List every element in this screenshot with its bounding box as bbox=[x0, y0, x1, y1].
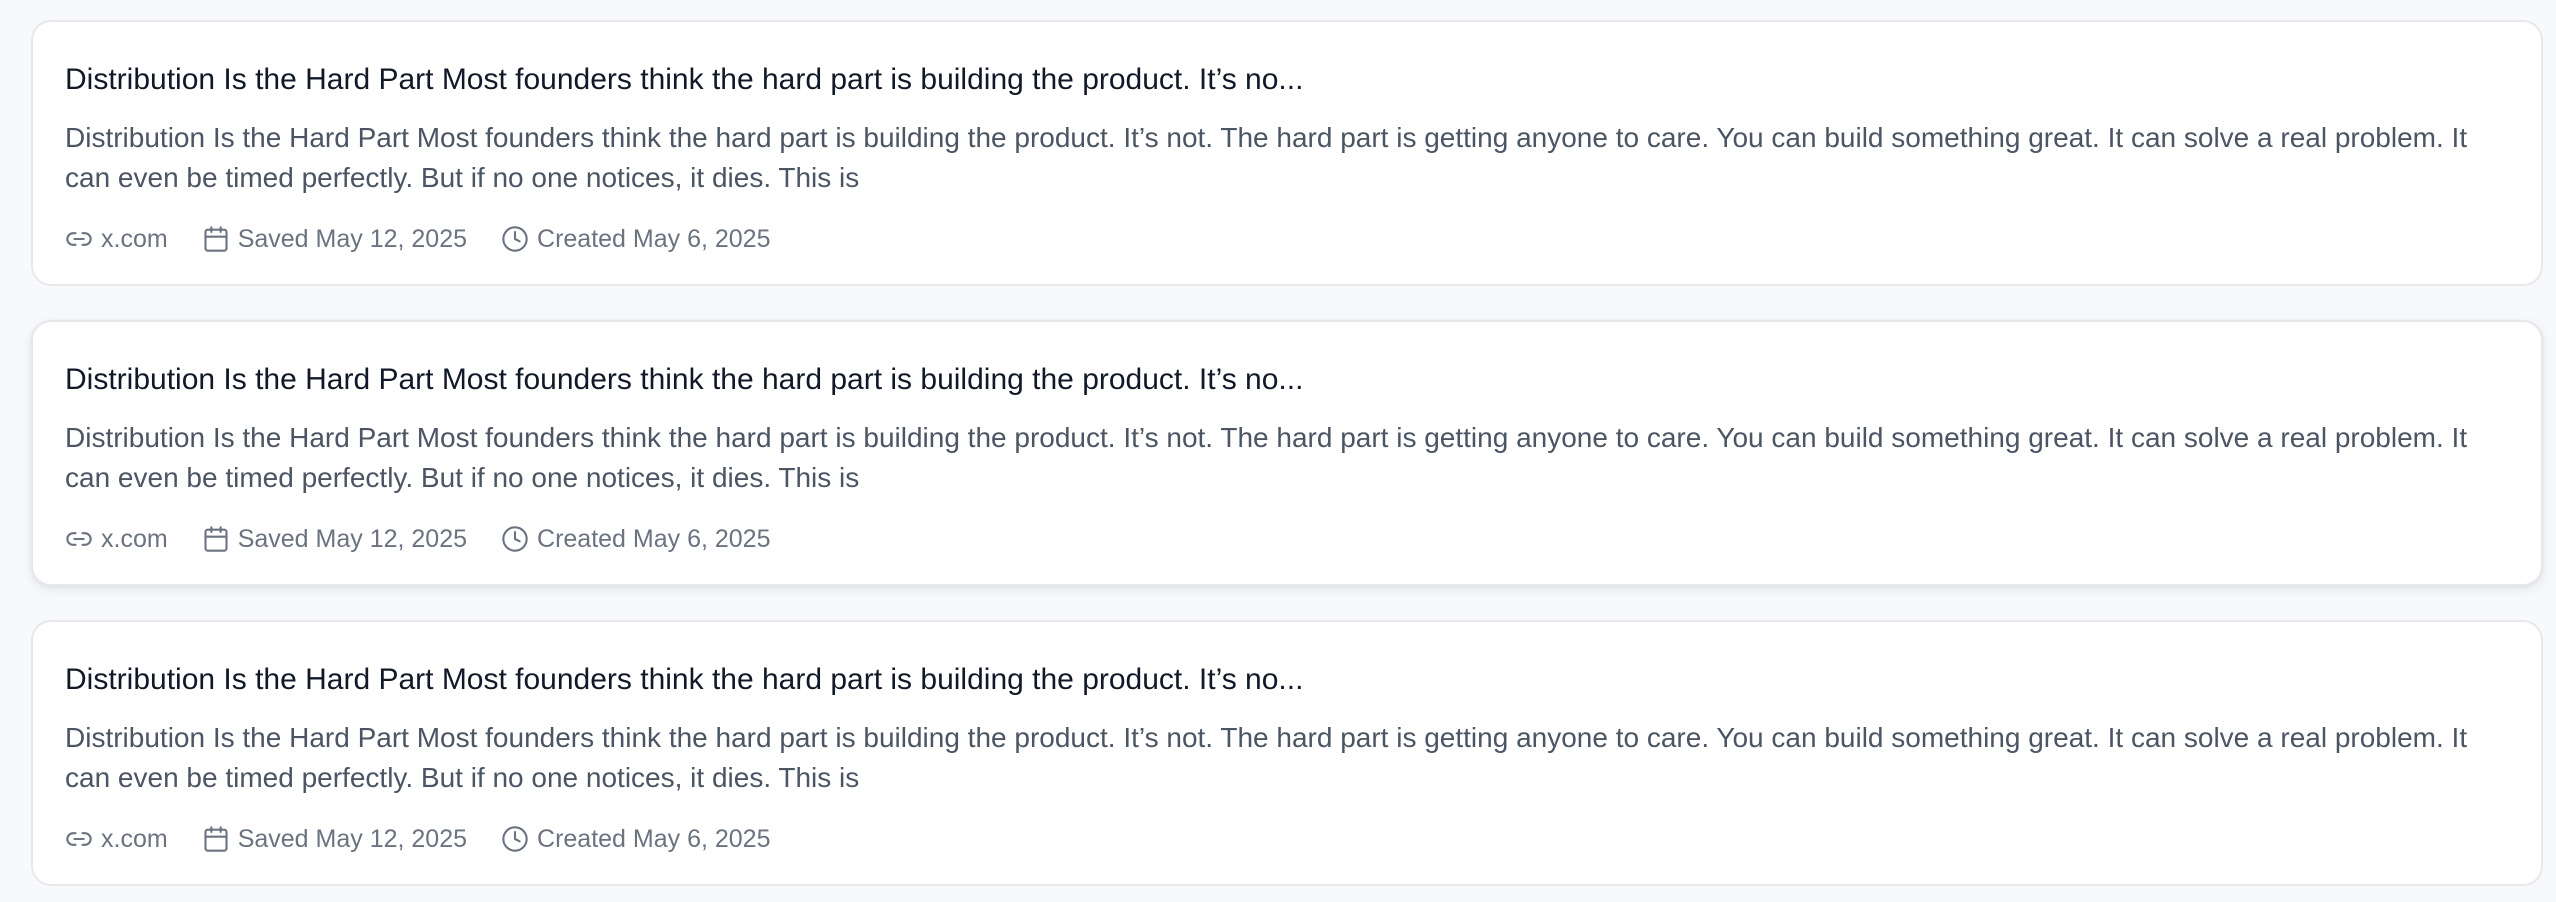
created-date: Created May 6, 2025 bbox=[537, 225, 771, 253]
bookmark-card[interactable]: Distribution Is the Hard Part Most found… bbox=[31, 620, 2543, 886]
card-meta: x.com Saved May 12, 2025 Created May 6, … bbox=[65, 522, 805, 556]
calendar-icon bbox=[204, 226, 228, 252]
card-meta: x.com Saved May 12, 2025 Created May 6, … bbox=[65, 822, 805, 856]
created-date: Created May 6, 2025 bbox=[537, 825, 771, 853]
created-date: Created May 6, 2025 bbox=[537, 525, 771, 553]
created-meta: Created May 6, 2025 bbox=[501, 222, 771, 256]
saved-date: Saved May 12, 2025 bbox=[237, 825, 468, 853]
link-icon bbox=[66, 232, 92, 246]
calendar-icon bbox=[204, 826, 228, 852]
clock-icon bbox=[502, 526, 528, 552]
clock-icon bbox=[502, 826, 528, 852]
bookmark-card[interactable]: Distribution Is the Hard Part Most found… bbox=[31, 320, 2543, 586]
card-excerpt: Distribution Is the Hard Part Most found… bbox=[65, 122, 2468, 193]
created-meta: Created May 6, 2025 bbox=[501, 822, 771, 856]
calendar-icon bbox=[204, 526, 228, 552]
clock-icon bbox=[502, 226, 528, 252]
source-meta: x.com bbox=[65, 822, 168, 856]
card-title[interactable]: Distribution Is the Hard Part Most found… bbox=[65, 660, 1303, 700]
source-meta: x.com bbox=[65, 222, 168, 256]
source-meta: x.com bbox=[65, 522, 168, 556]
saved-date: Saved May 12, 2025 bbox=[237, 525, 468, 553]
card-excerpt: Distribution Is the Hard Part Most found… bbox=[65, 422, 2468, 493]
saved-meta: Saved May 12, 2025 bbox=[202, 822, 467, 856]
bookmark-list: Distribution Is the Hard Part Most found… bbox=[0, 0, 2556, 902]
card-title[interactable]: Distribution Is the Hard Part Most found… bbox=[65, 360, 1303, 400]
card-excerpt: Distribution Is the Hard Part Most found… bbox=[65, 722, 2468, 793]
link-icon bbox=[66, 532, 92, 546]
created-meta: Created May 6, 2025 bbox=[501, 522, 771, 556]
saved-meta: Saved May 12, 2025 bbox=[202, 522, 467, 556]
source-domain: x.com bbox=[101, 225, 168, 253]
source-domain: x.com bbox=[101, 825, 168, 853]
card-title[interactable]: Distribution Is the Hard Part Most found… bbox=[65, 60, 1303, 100]
saved-date: Saved May 12, 2025 bbox=[237, 225, 468, 253]
card-meta: x.com Saved May 12, 2025 Created May 6, … bbox=[65, 222, 805, 256]
saved-meta: Saved May 12, 2025 bbox=[202, 222, 467, 256]
link-icon bbox=[66, 832, 92, 846]
bookmark-card[interactable]: Distribution Is the Hard Part Most found… bbox=[31, 20, 2543, 286]
source-domain: x.com bbox=[101, 525, 168, 553]
